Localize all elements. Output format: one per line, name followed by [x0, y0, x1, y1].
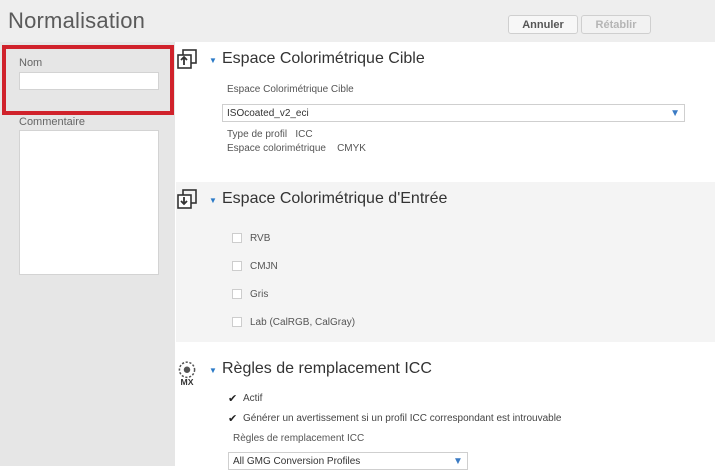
input-space-icon [177, 189, 197, 209]
option-label: Gris [250, 289, 269, 300]
option-cmjn[interactable]: CMJN [232, 261, 278, 272]
rules-field-label: Règles de remplacement ICC [233, 433, 365, 444]
collapse-caret-icon[interactable]: ▼ [209, 196, 217, 205]
icc-rules-title: Règles de remplacement ICC [222, 360, 432, 377]
rules-select-value: All GMG Conversion Profiles [233, 456, 361, 467]
target-space-icon [177, 49, 197, 69]
active-option[interactable]: ✔ Actif [228, 392, 262, 405]
checkbox[interactable] [232, 233, 242, 244]
color-space-label: Espace colorimétrique [227, 143, 326, 154]
target-profile-value: ISOcoated_v2_eci [227, 108, 309, 119]
option-label: CMJN [250, 261, 278, 272]
profile-type-row: Type de profil ICC [227, 129, 313, 140]
icc-rules-section: MX ▼ Règles de remplacement ICC ✔ Actif ✔… [176, 342, 715, 470]
color-space-value: CMYK [337, 143, 366, 154]
target-profile-select[interactable]: ISOcoated_v2_eci ▼ [222, 104, 685, 122]
warn-option[interactable]: ✔ Générer un avertissement si un profil I… [228, 412, 562, 425]
collapse-caret-icon[interactable]: ▼ [209, 56, 217, 65]
chevron-down-icon: ▼ [670, 108, 680, 119]
option-rvb[interactable]: RVB [232, 233, 270, 244]
cancel-button[interactable]: Annuler [508, 15, 578, 34]
restore-button[interactable]: Rétablir [581, 15, 651, 34]
comment-textarea[interactable] [19, 130, 159, 275]
checkbox[interactable] [232, 317, 242, 328]
profile-type-label: Type de profil [227, 129, 288, 140]
comment-label: Commentaire [19, 116, 86, 128]
input-space-title: Espace Colorimétrique d'Entrée [222, 190, 448, 207]
page-title: Normalisation [8, 8, 146, 33]
warn-label: Générer un avertissement si un profil IC… [243, 413, 562, 425]
option-lab[interactable]: Lab (CalRGB, CalGray) [232, 317, 355, 328]
option-label: RVB [250, 233, 271, 244]
target-space-field-label: Espace Colorimétrique Cible [227, 84, 354, 95]
checkmark-icon[interactable]: ✔ [228, 392, 239, 405]
rules-select[interactable]: All GMG Conversion Profiles ▼ [228, 452, 468, 470]
option-label: Lab (CalRGB, CalGray) [250, 317, 356, 328]
checkbox[interactable] [232, 289, 242, 300]
target-space-title: Espace Colorimétrique Cible [222, 50, 425, 67]
target-space-section: ▼ Espace Colorimétrique Cible Espace Col… [176, 42, 715, 182]
checkmark-icon[interactable]: ✔ [228, 412, 239, 425]
option-gris[interactable]: Gris [232, 289, 268, 300]
input-space-section: ▼ Espace Colorimétrique d'Entrée RVB CMJ… [176, 182, 715, 342]
active-label: Actif [243, 393, 263, 405]
chevron-down-icon: ▼ [453, 456, 463, 467]
header-bar: Normalisation Annuler Rétablir [0, 0, 715, 42]
icc-rules-icon-text: MX [181, 377, 194, 386]
profile-type-value: ICC [295, 129, 313, 140]
icc-rules-icon: MX [178, 361, 196, 386]
checkbox[interactable] [232, 261, 242, 272]
collapse-caret-icon[interactable]: ▼ [209, 366, 217, 375]
color-space-row: Espace colorimétrique CMYK [227, 143, 366, 154]
name-field-highlight [2, 45, 174, 115]
